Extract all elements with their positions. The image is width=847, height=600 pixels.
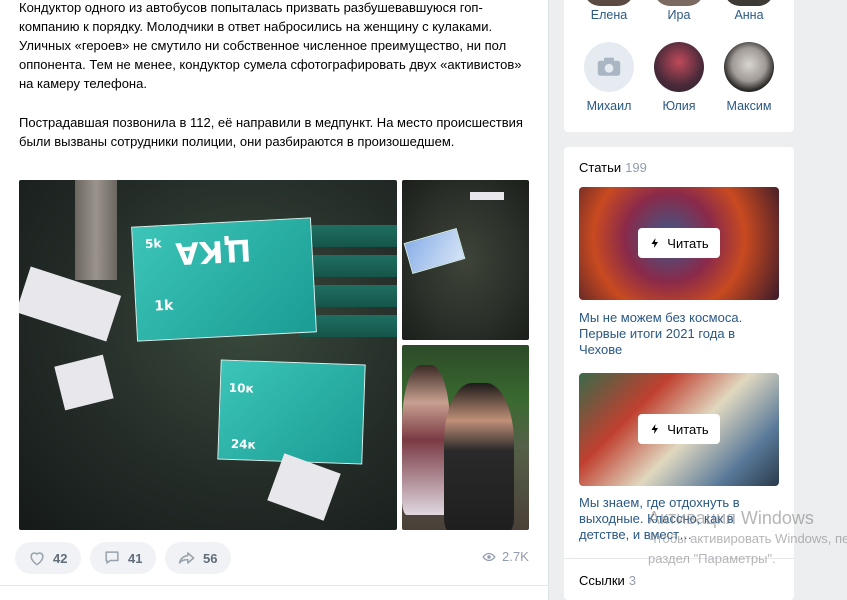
avatar bbox=[654, 0, 704, 6]
article-cover-2[interactable]: Читать bbox=[579, 373, 779, 486]
avatar bbox=[654, 42, 704, 92]
share-icon bbox=[178, 552, 195, 564]
watermark-line-2: Чтобы активировать Windows, перейдите в bbox=[648, 531, 847, 546]
article-title-1[interactable]: Мы не можем без космоса. Первые итоги 20… bbox=[579, 310, 779, 358]
paper-scrap bbox=[54, 354, 114, 411]
ticket-scrap bbox=[403, 228, 466, 274]
articles-count: 199 bbox=[625, 160, 647, 175]
lightning-icon bbox=[651, 238, 659, 248]
avatar bbox=[584, 0, 634, 6]
share-count: 56 bbox=[203, 550, 218, 566]
ticket-small: 10к 24к bbox=[217, 359, 366, 465]
post-divider bbox=[0, 585, 549, 586]
read-button[interactable]: Читать bbox=[638, 414, 720, 444]
post-card: Кондуктор одного из автобусов попыталась… bbox=[0, 0, 549, 600]
views-count: 2.7K bbox=[502, 549, 529, 564]
person-right bbox=[444, 383, 514, 530]
ticket-1k-text: 1k bbox=[153, 297, 174, 315]
like-count: 42 bbox=[53, 550, 68, 566]
friend-name: Елена bbox=[590, 8, 628, 22]
friend-name: Юлия bbox=[662, 99, 696, 113]
avatar bbox=[724, 42, 774, 92]
read-label: Читать bbox=[667, 421, 709, 437]
avatar bbox=[724, 0, 774, 6]
eye-icon bbox=[482, 552, 496, 561]
post-photo-main[interactable]: ЦКА 5k 1k 10к 24к bbox=[19, 180, 397, 530]
like-button[interactable]: 42 bbox=[15, 542, 81, 574]
friend-name: Максим bbox=[726, 99, 772, 113]
avatar bbox=[584, 42, 634, 92]
views-counter: 2.7K bbox=[482, 549, 529, 564]
lightning-icon bbox=[651, 424, 659, 434]
friend-item[interactable]: Михаил bbox=[579, 42, 639, 113]
post-paragraph-1: Кондуктор одного из автобусов попыталась… bbox=[19, 0, 522, 91]
friend-name: Михаил bbox=[586, 99, 632, 113]
person-left bbox=[402, 365, 450, 515]
article-cover-1[interactable]: Читать bbox=[579, 187, 779, 300]
ticket-large: ЦКА 5k 1k bbox=[131, 217, 317, 342]
post-paragraph-2: Пострадавшая позвонила в 112, её направи… bbox=[19, 115, 523, 149]
friends-card: Елена Ира Анна Михаил Юлия Максим bbox=[564, 0, 794, 132]
share-button[interactable]: 56 bbox=[165, 542, 231, 574]
comment-button[interactable]: 41 bbox=[90, 542, 156, 574]
comment-count: 41 bbox=[128, 550, 143, 566]
read-label: Читать bbox=[667, 235, 709, 251]
paper-scrap bbox=[470, 192, 504, 200]
links-count: 3 bbox=[628, 573, 637, 588]
links-title: Ссылки bbox=[579, 573, 625, 588]
ticket-big-text: ЦКА bbox=[174, 231, 252, 271]
friend-item[interactable]: Максим bbox=[719, 42, 779, 113]
friend-item[interactable]: Ира bbox=[649, 0, 709, 22]
ticket-10k-text: 10к bbox=[228, 380, 254, 396]
ticket-24k-text: 24к bbox=[230, 436, 256, 452]
links-header[interactable]: Ссылки 3 bbox=[579, 573, 636, 588]
ticket-5k-text: 5k bbox=[144, 236, 162, 252]
articles-header[interactable]: Статьи 199 bbox=[579, 160, 647, 175]
post-photo-3[interactable] bbox=[402, 345, 529, 530]
post-photo-2[interactable] bbox=[402, 180, 529, 340]
friend-item[interactable]: Анна bbox=[719, 0, 779, 22]
watermark-title: Активация Windows bbox=[648, 508, 814, 528]
friend-name: Анна bbox=[734, 8, 764, 22]
camera-icon bbox=[597, 57, 621, 76]
pole bbox=[75, 180, 117, 280]
friend-item[interactable]: Юлия bbox=[649, 42, 709, 113]
articles-title: Статьи bbox=[579, 160, 622, 175]
watermark-line-3: раздел "Параметры". bbox=[648, 551, 776, 566]
comment-icon bbox=[105, 551, 119, 564]
heart-icon bbox=[30, 552, 44, 566]
friend-item[interactable]: Елена bbox=[579, 0, 639, 22]
friend-name: Ира bbox=[667, 8, 691, 22]
read-button[interactable]: Читать bbox=[638, 228, 720, 258]
